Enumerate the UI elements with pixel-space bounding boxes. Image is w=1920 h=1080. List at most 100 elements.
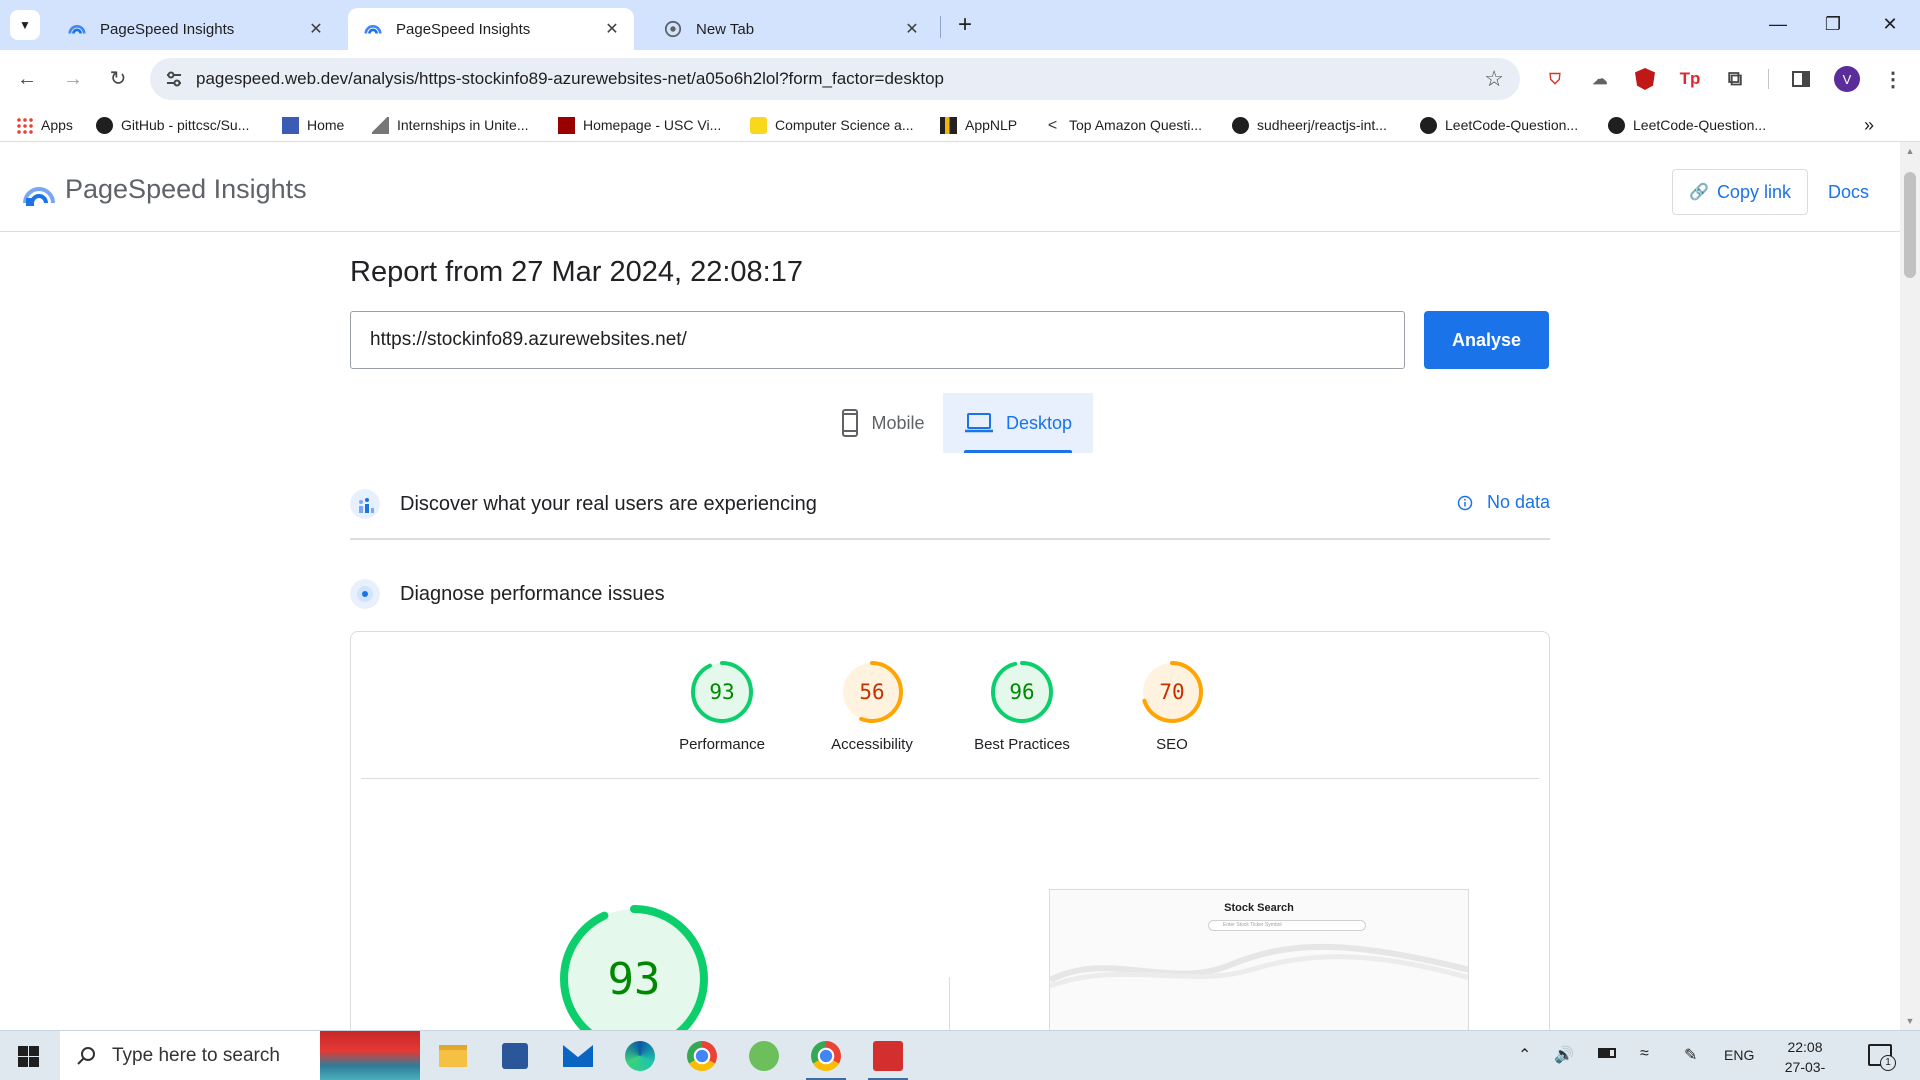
browser-tab-2[interactable]: PageSpeed Insights ✕ bbox=[348, 8, 634, 50]
scroll-up-icon[interactable]: ▲ bbox=[1904, 146, 1916, 156]
tab-search-button[interactable]: ▼ bbox=[10, 10, 40, 40]
extension-mcafee-icon[interactable] bbox=[1632, 66, 1658, 92]
browser-toolbar: ← → ↻ pagespeed.web.dev/analysis/https-s… bbox=[0, 50, 1920, 108]
bookmark-item[interactable]: sudheerj/reactjs-int... bbox=[1232, 115, 1387, 135]
github-icon bbox=[1420, 116, 1437, 134]
search-icon bbox=[77, 1047, 95, 1065]
score-gauge: 70 bbox=[1141, 661, 1203, 723]
no-data-label: No data bbox=[1486, 492, 1550, 512]
show-hidden-icons[interactable]: ⌃ bbox=[1518, 1045, 1531, 1065]
language-indicator[interactable]: ENG bbox=[1724, 1047, 1754, 1063]
chrome-active-icon[interactable] bbox=[806, 1037, 846, 1080]
apps-grid-icon bbox=[16, 116, 33, 134]
bookmark-item[interactable]: GitHub - pittcsc/Su... bbox=[96, 115, 249, 135]
toolbar-separator bbox=[1768, 69, 1769, 89]
site-info-icon[interactable] bbox=[164, 69, 184, 89]
atom-app-icon[interactable] bbox=[744, 1037, 784, 1075]
file-explorer-icon[interactable] bbox=[433, 1037, 473, 1075]
clock-date: 27-03-2024 bbox=[1784, 1059, 1826, 1080]
acrobat-icon[interactable] bbox=[868, 1037, 908, 1080]
close-tab-icon[interactable]: ✕ bbox=[902, 19, 922, 39]
tab-separator bbox=[940, 16, 941, 38]
reload-button[interactable]: ↻ bbox=[103, 64, 133, 94]
edge-browser-icon[interactable] bbox=[620, 1037, 660, 1075]
tab-desktop[interactable]: Desktop bbox=[943, 393, 1093, 453]
bookmark-item[interactable]: Home bbox=[282, 115, 344, 135]
wifi-icon[interactable]: ≈ bbox=[1640, 1045, 1649, 1063]
bookmark-item[interactable]: < Top Amazon Questi... bbox=[1044, 115, 1202, 135]
link-icon: 🔗 bbox=[1689, 184, 1709, 201]
chrome-menu-icon[interactable]: ⋮ bbox=[1880, 66, 1906, 92]
bookmark-page-icon bbox=[282, 116, 299, 134]
bookmark-item[interactable]: Homepage - USC Vi... bbox=[558, 115, 721, 135]
bookmarks-bar: Apps GitHub - pittcsc/Su... Home Interns… bbox=[0, 108, 1920, 142]
extension-shield-icon[interactable]: ⛉ bbox=[1542, 66, 1568, 92]
battery-icon[interactable] bbox=[1598, 1045, 1616, 1063]
browser-tab-1[interactable]: PageSpeed Insights ✕ bbox=[52, 8, 338, 50]
profile-initial: V bbox=[1842, 71, 1852, 87]
scroll-down-icon[interactable]: ▼ bbox=[1904, 1016, 1916, 1026]
github-icon bbox=[1232, 116, 1249, 134]
gauge-performance[interactable]: 93 Performance bbox=[657, 660, 787, 753]
score-gauge: 56 bbox=[841, 661, 903, 723]
bookmark-label: Internships in Unite... bbox=[397, 117, 529, 133]
bookmarks-overflow-icon[interactable]: » bbox=[1864, 115, 1874, 135]
windows-taskbar: Type here to search ⌃ 🔊 ≈ ✎ ENG 22:08 27… bbox=[0, 1030, 1920, 1080]
bookmark-item[interactable]: LeetCode-Question... bbox=[1608, 115, 1766, 135]
address-bar[interactable]: pagespeed.web.dev/analysis/https-stockin… bbox=[150, 58, 1520, 100]
windows-start-icon[interactable] bbox=[18, 1046, 39, 1067]
close-tab-icon[interactable]: ✕ bbox=[306, 19, 326, 39]
score-label: SEO bbox=[1156, 736, 1188, 753]
github-icon bbox=[1608, 116, 1625, 134]
selected-tab-indicator bbox=[964, 450, 1072, 453]
speaker-icon[interactable]: 🔊 bbox=[1554, 1045, 1574, 1065]
minimize-button[interactable]: — bbox=[1758, 10, 1798, 38]
bookmark-label: LeetCode-Question... bbox=[1445, 117, 1579, 133]
bookmark-apps[interactable]: Apps bbox=[16, 115, 73, 135]
close-window-button[interactable]: ✕ bbox=[1870, 10, 1910, 38]
extension-cloud-icon[interactable]: ☁ bbox=[1587, 66, 1613, 92]
pen-icon[interactable]: ✎ bbox=[1684, 1045, 1697, 1065]
chrome-icon[interactable] bbox=[682, 1037, 722, 1075]
mail-icon[interactable] bbox=[558, 1037, 598, 1075]
bookmark-item[interactable]: Computer Science a... bbox=[750, 115, 914, 135]
search-highlight-image[interactable] bbox=[320, 1031, 420, 1080]
clock[interactable]: 22:08 27-03-2024 bbox=[1770, 1037, 1840, 1080]
new-tab-button[interactable]: + bbox=[950, 10, 980, 40]
forward-button[interactable]: → bbox=[58, 64, 88, 94]
back-button[interactable]: ← bbox=[12, 64, 42, 94]
extension-tp-icon[interactable]: Tp bbox=[1677, 66, 1703, 92]
browser-tab-3[interactable]: New Tab ✕ bbox=[648, 8, 934, 50]
no-data-link[interactable]: No data bbox=[1457, 492, 1550, 513]
close-tab-icon[interactable]: ✕ bbox=[602, 19, 622, 39]
tab-title: PageSpeed Insights bbox=[396, 20, 531, 38]
tab-mobile[interactable]: Mobile bbox=[823, 393, 943, 453]
copy-link-button[interactable]: 🔗 Copy link bbox=[1672, 169, 1808, 215]
docs-link[interactable]: Docs bbox=[1828, 182, 1869, 203]
bookmark-item[interactable]: AppNLP bbox=[940, 115, 1017, 135]
url-text[interactable]: pagespeed.web.dev/analysis/https-stockin… bbox=[196, 69, 944, 89]
logo-text[interactable]: PageSpeed Insights bbox=[65, 174, 307, 205]
profile-avatar[interactable]: V bbox=[1834, 66, 1860, 92]
taskbar-search-box[interactable]: Type here to search bbox=[60, 1031, 320, 1080]
gauge-best-practices[interactable]: 96 Best Practices bbox=[957, 660, 1087, 753]
gauge-seo[interactable]: 70 SEO bbox=[1107, 660, 1237, 753]
scores-card: 93 Performance 56 Accessibility 96 Best … bbox=[350, 631, 1550, 1062]
bookmark-item[interactable]: Internships in Unite... bbox=[372, 115, 529, 135]
page-scrollbar[interactable]: ▲ ▼ bbox=[1900, 142, 1920, 1030]
extensions-puzzle-icon[interactable]: ⧉ bbox=[1722, 66, 1748, 92]
notification-count-badge: 1 bbox=[1880, 1055, 1896, 1071]
bookmark-star-icon[interactable]: ☆ bbox=[1484, 66, 1504, 92]
restore-button[interactable]: ❐ bbox=[1813, 10, 1853, 38]
microsoft-store-icon[interactable] bbox=[495, 1037, 535, 1075]
score-value: 96 bbox=[1009, 680, 1034, 704]
scrollbar-thumb[interactable] bbox=[1904, 172, 1916, 278]
bookmark-label: GitHub - pittcsc/Su... bbox=[121, 117, 250, 133]
gauge-accessibility[interactable]: 56 Accessibility bbox=[807, 660, 937, 753]
bookmark-item[interactable]: LeetCode-Question... bbox=[1420, 115, 1578, 135]
bookmark-label: Computer Science a... bbox=[775, 117, 914, 133]
side-panel-icon[interactable] bbox=[1788, 66, 1814, 92]
analyse-button[interactable]: Analyse bbox=[1424, 311, 1549, 369]
url-input[interactable] bbox=[350, 311, 1405, 369]
tab-title: PageSpeed Insights bbox=[100, 20, 235, 38]
